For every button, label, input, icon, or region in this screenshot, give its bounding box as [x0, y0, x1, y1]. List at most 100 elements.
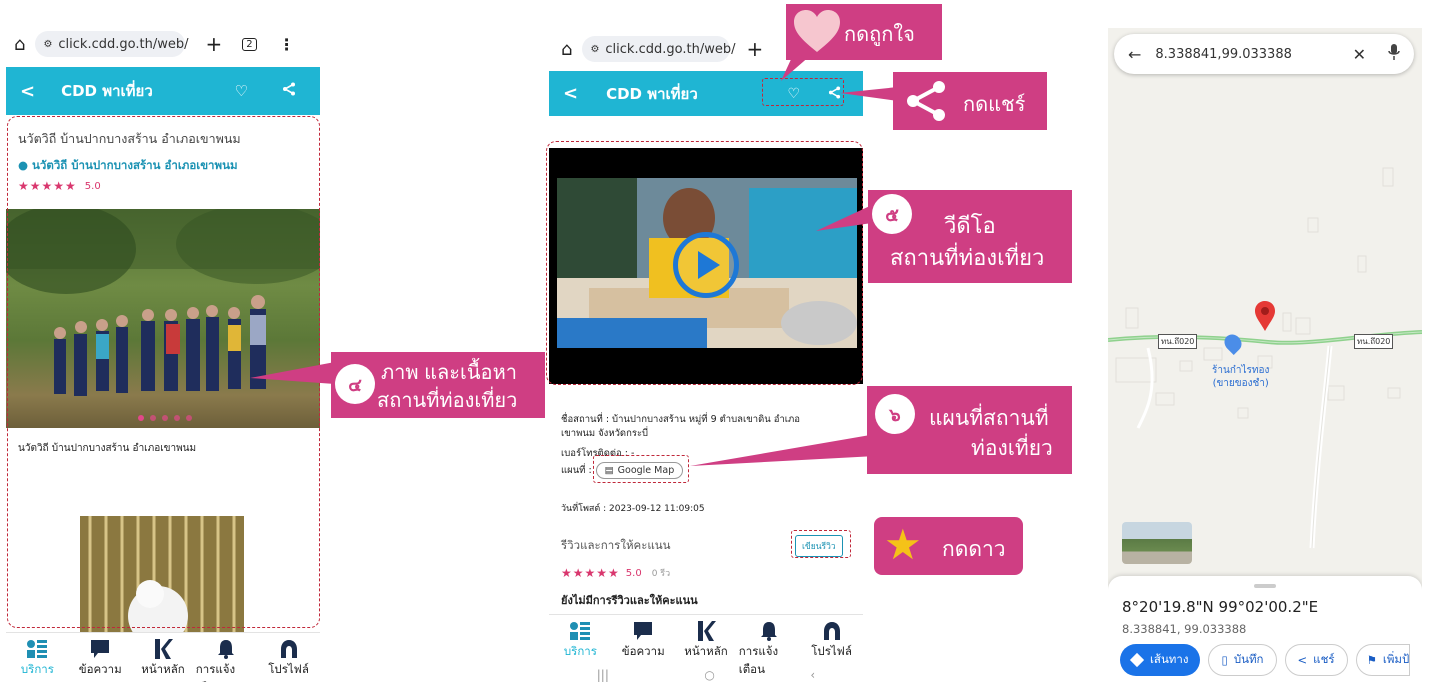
nav-home[interactable]: หน้าหลัก [676, 615, 736, 661]
red-pin-icon[interactable] [1254, 300, 1276, 332]
review-count: 0 รีว [651, 569, 671, 579]
back-arrow-icon[interactable]: ← [1128, 45, 1141, 64]
directions-icon [1129, 652, 1145, 668]
callout-content-pointer [250, 362, 335, 384]
browser-toolbar: ⌂ ⚙ click.cdd.go.th/web/ + 2 ⋮ [6, 28, 320, 60]
poi-label-line1: ร้านก๋าไรทอง [1212, 365, 1270, 376]
highlight-video [546, 141, 863, 385]
nav-notifications[interactable]: การแจ้งเตือน [196, 633, 256, 682]
maps-action-row: เส้นทาง ▯ บันทึก < แชร์ ⚑ เพิ่มป้ [1120, 644, 1411, 676]
callout-number-bubble: ๕ [872, 194, 912, 234]
highlight-write-review [791, 530, 851, 558]
message-icon [633, 619, 653, 643]
callout-star-label: กดดาว [942, 538, 1006, 561]
mic-icon[interactable] [1388, 44, 1400, 64]
nav-label: ข้อความ [78, 662, 122, 676]
callout-video: ๕ วีดีโอ สถานที่ท่องเที่ยว [868, 190, 1072, 283]
share-label: แชร์ [1313, 652, 1335, 666]
recent-apps-icon[interactable]: ||| [597, 668, 609, 686]
callout-content: ๔ ภาพ และเนื้อหา สถานที่ท่องเที่ยว [331, 352, 545, 418]
callout-video-line1: วีดีโอ [944, 213, 996, 238]
callout-like: กดถูกใจ [786, 4, 942, 60]
new-tab-icon[interactable]: + [205, 32, 222, 56]
home-icon[interactable]: ⌂ [561, 39, 572, 60]
review-rating-row: ★★★★★ 5.0 0 รีว [561, 566, 670, 580]
post-date: วันที่โพสต์ : 2023-09-12 11:09:05 [561, 504, 705, 514]
site-info-icon[interactable]: ⚙ [43, 39, 52, 50]
road-label-2: ทน.ถึ020 [1354, 334, 1394, 349]
review-rating-stars[interactable]: ★★★★★ [561, 566, 620, 580]
flag-icon: ⚑ [1366, 653, 1377, 667]
coordinates-dms: 8°20'19.8"N 99°02'00.2"E [1122, 598, 1319, 616]
callout-content-line2: สถานที่ท่องเที่ยว [377, 390, 518, 412]
nav-messages[interactable]: ข้อความ [613, 615, 673, 661]
url-text: click.cdd.go.th/web/ [605, 41, 736, 57]
road-label-1: ทน.ถึ020 [1158, 334, 1198, 349]
home-icon[interactable]: ⌂ [14, 34, 25, 55]
nav-profile[interactable]: โปรไฟล์ [259, 633, 319, 679]
back-chevron-icon[interactable]: < [563, 83, 578, 104]
clear-icon[interactable]: ✕ [1353, 45, 1366, 64]
home-k-logo-icon [696, 619, 716, 643]
nav-label: หน้าหลัก [141, 662, 185, 676]
nav-label: การแจ้งเตือน [195, 662, 236, 682]
new-tab-icon[interactable]: + [746, 37, 763, 61]
services-grid-icon [569, 619, 591, 643]
tab-count-badge[interactable]: 2 [242, 37, 257, 51]
highlight-map-button [593, 455, 689, 483]
nav-label: ข้อความ [621, 644, 665, 658]
place-bottom-sheet: 8°20'19.8"N 99°02'00.2"E 8.338841, 99.03… [1108, 576, 1422, 682]
home-k-logo-icon [153, 637, 173, 661]
callout-like-label: กดถูกใจ [844, 24, 915, 46]
maps-search-bar[interactable]: ← 8.338841,99.033388 ✕ [1114, 34, 1414, 74]
nav-messages[interactable]: ข้อความ [70, 633, 130, 679]
no-reviews-text: ยังไม่มีการรีวิวและให้คะแนน [561, 594, 698, 607]
nav-services[interactable]: บริการ [7, 633, 67, 679]
menu-kebab-icon[interactable]: ⋮ [279, 35, 295, 54]
street-view-thumbnail[interactable] [1122, 522, 1192, 564]
bottom-nav: บริการ ข้อความ หน้าหลัก การแจ้งเตือน โปร… [549, 614, 863, 676]
nav-services[interactable]: บริการ [550, 615, 610, 661]
directions-button[interactable]: เส้นทาง [1120, 644, 1201, 676]
bell-icon [217, 637, 235, 661]
save-button[interactable]: ▯ บันทึก [1208, 644, 1277, 676]
site-info-icon[interactable]: ⚙ [590, 44, 599, 55]
star-big-icon: ★ [884, 521, 922, 568]
share-icon[interactable] [282, 82, 296, 100]
url-bar[interactable]: ⚙ click.cdd.go.th/web/ [35, 31, 188, 57]
callout-video-line2: สถานที่ท่องเที่ยว [890, 245, 1045, 270]
callout-map-line1: แผนที่สถานที่ [929, 407, 1049, 430]
poi-label[interactable]: ร้านก๋าไรทอง (ขายของชำ) [1212, 364, 1269, 390]
screen-3-maps: ทน.ถึ020 ทน.ถึ020 ร้านก๋าไรทอง (ขายของชำ… [1108, 28, 1422, 682]
home-circle-icon[interactable]: ○ [704, 668, 714, 686]
nav-home[interactable]: หน้าหลัก [133, 633, 193, 679]
poi-label-line2: (ขายของชำ) [1212, 378, 1269, 389]
app-title: CDD พาเที่ยว [606, 84, 698, 103]
heart-icon[interactable]: ♡ [235, 82, 248, 100]
callout-number-bubble: ๖ [875, 394, 915, 434]
share-icon: < [1297, 653, 1308, 667]
back-chevron-icon[interactable]: < [20, 81, 35, 102]
profile-icon [279, 637, 299, 661]
back-icon[interactable]: ‹ [810, 668, 815, 686]
save-label: บันทึก [1233, 652, 1264, 666]
more-button[interactable]: ⚑ เพิ่มป้ [1355, 644, 1411, 676]
bottom-nav: บริการ ข้อความ หน้าหลัก การแจ้งเตือน โปร… [6, 632, 320, 682]
nav-profile[interactable]: โปรไฟล์ [802, 615, 862, 661]
nav-label: บริการ [20, 662, 54, 676]
share-button[interactable]: < แชร์ [1284, 644, 1348, 676]
review-rating-value: 5.0 [625, 567, 642, 579]
directions-label: เส้นทาง [1150, 652, 1189, 666]
services-grid-icon [26, 637, 48, 661]
bell-icon [760, 619, 778, 643]
url-bar[interactable]: ⚙ click.cdd.go.th/web/ [582, 36, 735, 62]
callout-like-pointer [781, 55, 811, 81]
app-header: < CDD พาเที่ยว ♡ [6, 67, 320, 115]
sheet-drag-handle[interactable] [1254, 584, 1276, 588]
nav-label: โปรไฟล์ [268, 662, 309, 676]
message-icon [90, 637, 110, 661]
callout-share-pointer [840, 87, 898, 101]
bookmark-icon: ▯ [1221, 653, 1228, 667]
android-nav-bar: ||| ○ ‹ [549, 668, 863, 686]
map-label: แผนที่ : [561, 465, 592, 476]
